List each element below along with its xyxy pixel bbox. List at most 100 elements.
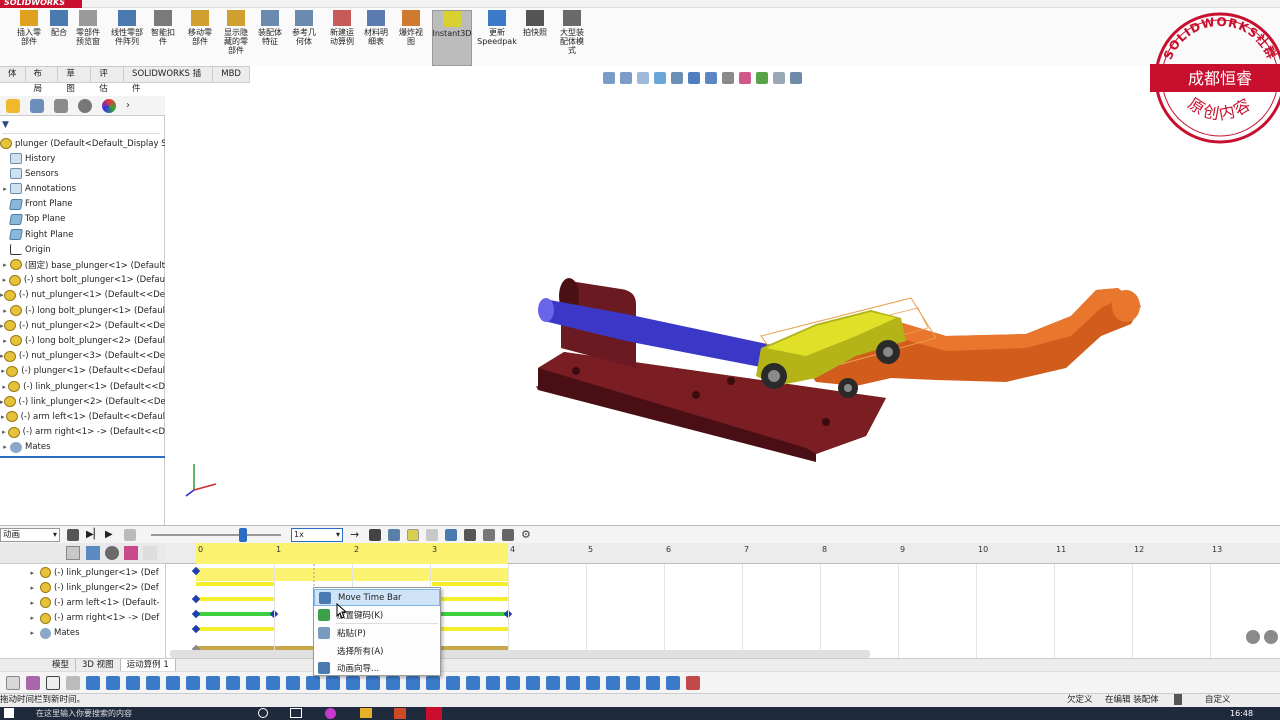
ribbon-button-0[interactable]: 插入零 部件 <box>12 10 46 66</box>
command-tab-3[interactable]: 评估 <box>91 67 125 94</box>
tree-item[interactable]: ▸ Mates <box>0 440 165 455</box>
tree-filter[interactable]: ▼ <box>2 120 160 134</box>
ribbon-button-6[interactable]: 显示隐 藏的零 部件 <box>219 10 253 66</box>
clear-filters-icon[interactable] <box>686 675 700 690</box>
box-select-icon[interactable] <box>66 675 80 690</box>
ribbon-button-1[interactable]: 配合 <box>47 10 71 66</box>
tree-item[interactable]: ▸ (-) nut_plunger<1> (Default<<De <box>0 288 165 303</box>
task-view-icon[interactable] <box>290 708 302 718</box>
dimxpert-manager-tab-icon[interactable] <box>78 98 92 113</box>
expand-arrow-icon[interactable]: ▸ <box>0 261 10 269</box>
bottom-tab-2[interactable]: 运动算例 1 <box>120 659 176 671</box>
gravity-icon[interactable] <box>502 528 514 541</box>
zoom-to-fit-icon[interactable] <box>603 72 615 84</box>
calculate-icon[interactable] <box>67 528 79 541</box>
plane-filter-icon[interactable] <box>166 675 180 690</box>
mate-filter-icon[interactable] <box>486 675 500 690</box>
ribbon-button-12[interactable]: Instant3D <box>432 10 472 66</box>
expand-arrow-icon[interactable]: ▸ <box>0 337 10 345</box>
datum-filter-icon[interactable] <box>326 675 340 690</box>
vertex-filter-icon[interactable] <box>86 675 100 690</box>
center-mark-filter-icon[interactable] <box>526 675 540 690</box>
play-from-start-icon[interactable]: ▶▏ <box>86 529 101 541</box>
expand-arrow-icon[interactable]: ▸ <box>0 614 40 622</box>
edit-appearance-icon[interactable] <box>739 72 751 84</box>
filter-driving-icon[interactable] <box>86 546 100 560</box>
light-filter-icon[interactable] <box>666 675 680 690</box>
view-settings-icon[interactable] <box>773 72 785 84</box>
ribbon-button-10[interactable]: 材料明 细表 <box>361 10 391 66</box>
time-ruler[interactable]: 0 1 2 3 4 5 6 7 8 9 10 11 12 13 <box>166 543 1280 564</box>
rotate-view-icon[interactable] <box>790 72 802 84</box>
bottom-tab-1[interactable]: 3D 视图 <box>76 659 121 671</box>
playback-slider[interactable] <box>151 527 281 542</box>
dimension-filter-icon[interactable] <box>246 675 260 690</box>
sketch-filter-icon[interactable] <box>226 675 240 690</box>
context-menu-item[interactable]: Move Time Bar <box>314 589 440 606</box>
expand-arrow-icon[interactable]: ▸ <box>0 584 40 592</box>
playback-speed-select[interactable]: 1x <box>291 527 343 542</box>
silhouette-filter-icon[interactable] <box>606 675 620 690</box>
face-filter-icon[interactable] <box>126 675 140 690</box>
powerpoint-icon[interactable] <box>394 708 406 719</box>
tree-item[interactable]: ▸ (-) short bolt_plunger<1> (Defau <box>0 273 165 288</box>
tree-item[interactable]: Sensors <box>0 166 165 181</box>
previous-view-icon[interactable] <box>637 72 649 84</box>
filter-animated-icon[interactable] <box>66 546 80 560</box>
context-menu-item[interactable]: 选择所有(A) <box>314 642 440 659</box>
expand-arrow-icon[interactable]: ▸ <box>0 443 10 451</box>
study-properties-icon[interactable]: ⚙ <box>521 528 533 541</box>
tree-item[interactable]: ▸ (-) long bolt_plunger<2> (Defaul <box>0 333 165 348</box>
command-tab-1[interactable]: 布局 <box>26 67 59 94</box>
display-style-icon[interactable] <box>705 72 717 84</box>
graphics-area[interactable] <box>166 86 1280 526</box>
hole-callout-filter-icon[interactable] <box>366 675 380 690</box>
zoom-in-timeline-icon[interactable] <box>1246 630 1260 644</box>
command-tab-4[interactable]: SOLIDWORKS 插件 <box>124 67 214 94</box>
ribbon-button-7[interactable]: 装配体 特征 <box>255 10 285 66</box>
expand-arrow-icon[interactable]: ▸ <box>0 413 6 421</box>
bottom-tab-0[interactable]: 模型 <box>46 659 77 671</box>
ribbon-button-13[interactable]: 更新 Speedpak <box>477 10 517 66</box>
play-icon[interactable]: ▶ <box>105 529 117 541</box>
hide-show-items-icon[interactable] <box>722 72 734 84</box>
apply-scene-icon[interactable] <box>756 72 768 84</box>
expand-arrow-icon[interactable]: ▸ <box>0 569 40 577</box>
tree-item[interactable]: Top Plane <box>0 212 165 227</box>
dynamic-annotation-icon[interactable] <box>671 72 683 84</box>
animation-wizard-icon[interactable] <box>388 528 400 541</box>
ribbon-button-14[interactable]: 拍快照 <box>520 10 550 66</box>
weld-filter-icon[interactable] <box>286 675 300 690</box>
filter-icon[interactable]: ▼ <box>2 120 9 130</box>
study-type-select[interactable]: 动画 <box>0 527 60 542</box>
ribbon-button-8[interactable]: 参考几 何体 <box>289 10 319 66</box>
motion-tree-row[interactable]: ▸ (-) link_plunger<1> (Def <box>0 565 166 580</box>
edge-filter-icon[interactable] <box>106 675 120 690</box>
windows-start-icon[interactable] <box>4 708 14 718</box>
save-animation-icon[interactable] <box>369 528 381 541</box>
tree-item[interactable]: ▸ (-) link_plunger<2> (Default<<De <box>0 394 165 409</box>
zoom-out-timeline-icon[interactable] <box>1264 630 1278 644</box>
filter-results-icon[interactable] <box>124 546 138 560</box>
cortana-icon[interactable] <box>258 708 268 718</box>
expand-arrow-icon[interactable]: ▸ <box>0 383 8 391</box>
tree-item[interactable]: ▸ (-) nut_plunger<3> (Default<<De <box>0 349 165 364</box>
balloon-filter-icon[interactable] <box>386 675 400 690</box>
solidworks-taskbar-icon[interactable] <box>426 707 442 720</box>
ribbon-button-3[interactable]: 线性零部 件阵列 <box>107 10 147 66</box>
contact-icon[interactable] <box>483 528 495 541</box>
midpoint-filter-icon[interactable] <box>586 675 600 690</box>
ribbon-button-2[interactable]: 零部件 预览窗 <box>73 10 103 66</box>
property-manager-tab-icon[interactable] <box>30 98 44 113</box>
chevron-right-icon[interactable]: › <box>126 100 130 111</box>
display-manager-tab-icon[interactable] <box>102 98 116 113</box>
expand-arrow-icon[interactable]: ▸ <box>0 629 40 637</box>
command-tab-5[interactable]: MBD <box>213 67 250 82</box>
select-icon[interactable] <box>6 675 20 690</box>
file-explorer-icon[interactable] <box>360 708 372 718</box>
taskbar-search[interactable]: 在这里输入你要搜索的内容 <box>36 707 132 720</box>
context-menu-item[interactable]: 动画向导... <box>314 659 440 676</box>
configuration-manager-tab-icon[interactable] <box>54 98 68 113</box>
zoom-area-icon[interactable] <box>620 72 632 84</box>
filter-all-icon[interactable] <box>143 546 157 560</box>
